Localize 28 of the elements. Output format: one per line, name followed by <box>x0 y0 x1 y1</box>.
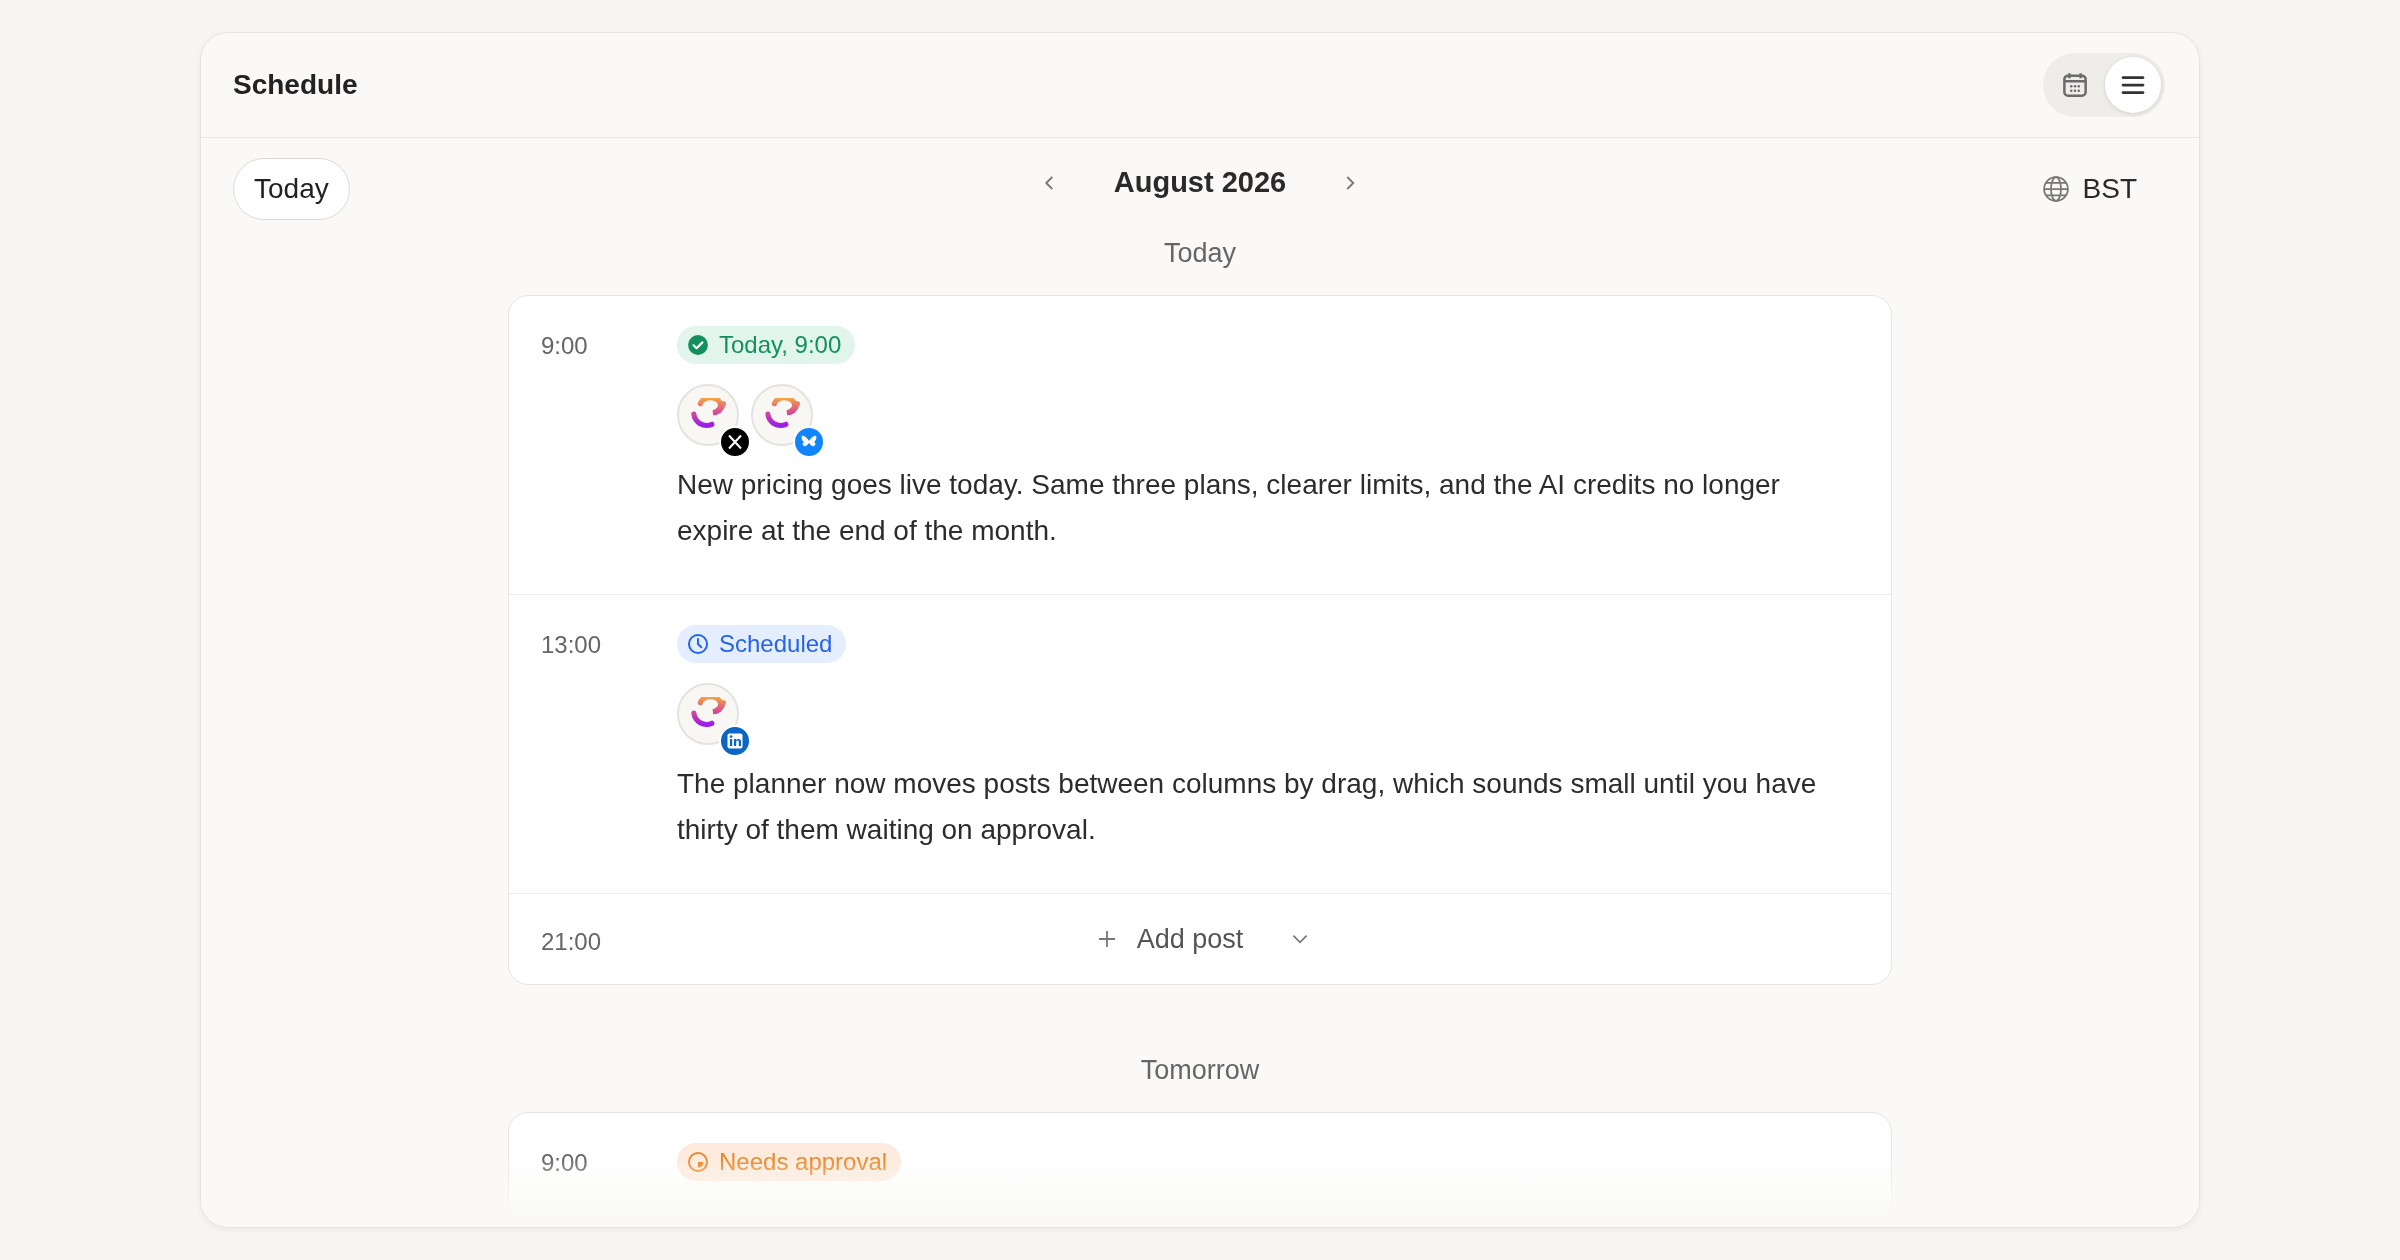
clock-icon <box>687 633 709 655</box>
post-text: The planner now moves posts between columns by drag, which sounds small until you have thirty of them waiting on approval. <box>677 767 1818 847</box>
status-badge: Scheduled <box>677 625 847 663</box>
butterfly-badge-icon <box>793 426 825 458</box>
day-heading: Today <box>1163 238 1237 269</box>
swirl-logo-icon <box>690 697 726 729</box>
time-label: 13:00 <box>541 630 603 660</box>
x-badge-icon <box>719 426 751 458</box>
today-button[interactable]: Today <box>233 158 350 220</box>
globe-icon <box>2040 174 2071 204</box>
time-label: 9:00 <box>541 331 589 361</box>
status-badge: Needs approval <box>677 1143 902 1181</box>
day-heading: Tomorrow <box>1140 1055 1260 1086</box>
page-title: Schedule <box>233 69 358 101</box>
swirl-logo-icon <box>690 398 726 430</box>
linkedin-badge-icon <box>719 725 751 757</box>
post-text: New pricing goes live today. Same three plans, clearer limits, and the AI credits no longer expire at the end of the month. <box>677 468 1781 548</box>
list-view-button[interactable] <box>2105 57 2161 113</box>
status-badge: Today, 9:00 <box>677 326 856 364</box>
time-label: 21:00 <box>541 927 603 956</box>
calendar-icon <box>2060 70 2090 100</box>
check-circle-icon <box>687 334 709 356</box>
time-label: 9:00 <box>541 1148 589 1178</box>
timezone-button[interactable]: BST <box>2034 172 2143 206</box>
add-post-button[interactable]: Add post <box>1088 922 1250 956</box>
month-label: August 2026 <box>1113 166 1287 199</box>
swirl-logo-icon <box>764 398 800 430</box>
pie-clock-icon <box>687 1151 709 1173</box>
